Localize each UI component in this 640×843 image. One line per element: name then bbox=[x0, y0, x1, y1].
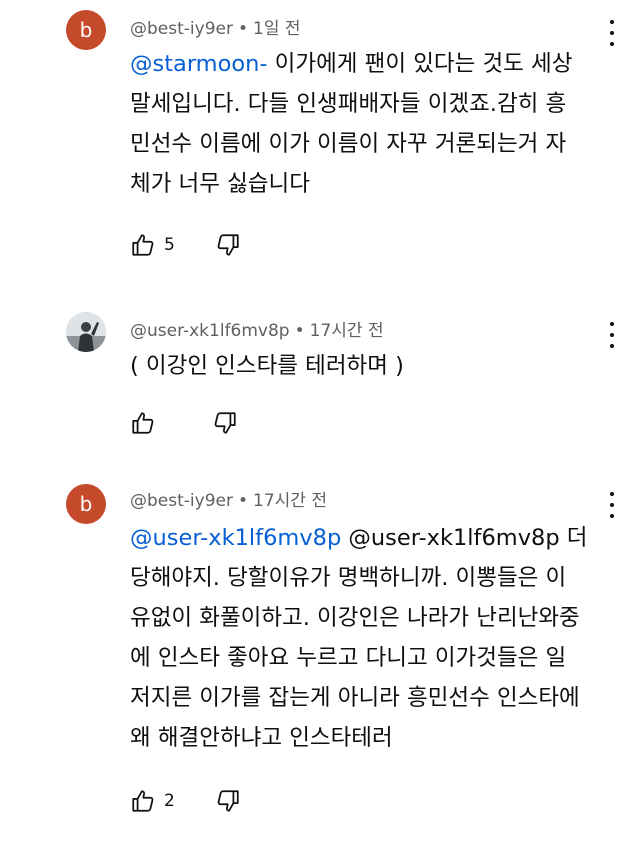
comment-line-text: 저지른 이가를 잡는게 아니라 흥민선수 인스타에 bbox=[130, 685, 580, 711]
comment-timestamp[interactable]: 17시간 전 bbox=[310, 321, 384, 341]
thumbs-up-icon bbox=[130, 410, 156, 436]
comment-line: 체가 너무 싫습니다 bbox=[130, 164, 600, 204]
thumbs-up-icon bbox=[130, 788, 156, 814]
thumbs-down-icon bbox=[215, 232, 241, 258]
comment-line: 왜 해결안하냐고 인스타테러 bbox=[130, 718, 600, 758]
comment-line-text: 체가 너무 싫습니다 bbox=[130, 171, 310, 197]
comment-actions bbox=[130, 408, 238, 438]
meta-separator: • bbox=[294, 321, 305, 341]
like-button[interactable]: 2 bbox=[130, 788, 175, 814]
comment-line-text: 이가에게 팬이 있다는 것도 세상 bbox=[267, 51, 573, 77]
dislike-button[interactable] bbox=[212, 410, 238, 436]
like-count: 5 bbox=[164, 235, 175, 255]
comment-line-text: 민선수 이름에 이가 이름이 자꾸 거론되는거 자 bbox=[130, 131, 567, 157]
comment-line: 에 인스타 좋아요 누르고 다니고 이가것들은 일 bbox=[130, 638, 600, 678]
comment-text: @user-xk1lf6mv8p @user-xk1lf6mv8p 더 당해야지… bbox=[130, 518, 600, 758]
like-count: 2 bbox=[164, 791, 175, 811]
comment-text: @starmoon- 이가에게 팬이 있다는 것도 세상 말세입니다. 다들 인… bbox=[130, 44, 600, 204]
comment-line-text: 왜 해결안하냐고 인스타테러 bbox=[130, 725, 393, 751]
avatar[interactable]: b bbox=[66, 484, 106, 524]
thumbs-up-icon bbox=[130, 232, 156, 258]
avatar-letter: b bbox=[79, 492, 93, 516]
dislike-button[interactable] bbox=[215, 788, 241, 814]
comment-author[interactable]: @best-iy9er bbox=[130, 19, 233, 39]
comment-line-text: 에 인스타 좋아요 누르고 다니고 이가것들은 일 bbox=[130, 645, 567, 671]
thumbs-down-icon bbox=[212, 410, 238, 436]
comment-text: ( 이강인 인스타를 테러하며 ) bbox=[130, 346, 600, 386]
like-button[interactable]: 5 bbox=[130, 232, 175, 258]
comment-actions: 5 bbox=[130, 230, 241, 260]
comment-line-text: 유없이 화풀이하고. 이강인은 나라가 난리난와중 bbox=[130, 605, 580, 631]
more-vert-icon[interactable] bbox=[602, 322, 622, 348]
comment-line-text: 말세입니다. 다들 인생패배자들 이겠죠.감히 흥 bbox=[130, 91, 567, 117]
comment-meta: @best-iy9er • 17시간 전 bbox=[130, 486, 327, 511]
comment-line: 말세입니다. 다들 인생패배자들 이겠죠.감히 흥 bbox=[130, 84, 600, 124]
comment-line: ( 이강인 인스타를 테러하며 ) bbox=[130, 346, 600, 386]
comment-line-text: ( 이강인 인스타를 테러하며 ) bbox=[130, 353, 404, 379]
more-vert-icon[interactable] bbox=[602, 20, 622, 46]
thumbs-down-icon bbox=[215, 788, 241, 814]
comment-line: 저지른 이가를 잡는게 아니라 흥민선수 인스타에 bbox=[130, 678, 600, 718]
meta-separator: • bbox=[237, 491, 248, 511]
comments-page: b @best-iy9er • 1일 전 @starmoon- 이가에게 팬이 있다… bbox=[0, 0, 640, 843]
avatar-photo bbox=[66, 312, 106, 352]
more-vert-icon[interactable] bbox=[602, 492, 622, 518]
avatar[interactable]: b bbox=[66, 10, 106, 50]
comment-line: 유없이 화풀이하고. 이강인은 나라가 난리난와중 bbox=[130, 598, 600, 638]
like-button[interactable] bbox=[130, 410, 164, 436]
mention-link[interactable]: @starmoon- bbox=[130, 51, 268, 77]
mention-link[interactable]: @user-xk1lf6mv8p bbox=[130, 525, 341, 551]
meta-separator: • bbox=[237, 19, 248, 39]
comment-timestamp[interactable]: 17시간 전 bbox=[253, 491, 327, 511]
comment-line: 당해야지. 당할이유가 명백하니까. 이뽕들은 이 bbox=[130, 558, 600, 598]
comment-line: 민선수 이름에 이가 이름이 자꾸 거론되는거 자 bbox=[130, 124, 600, 164]
avatar[interactable] bbox=[66, 312, 106, 352]
comment-author[interactable]: @best-iy9er bbox=[130, 491, 233, 511]
comment-author[interactable]: @user-xk1lf6mv8p bbox=[130, 321, 290, 341]
dislike-button[interactable] bbox=[215, 232, 241, 258]
comment-meta: @best-iy9er • 1일 전 bbox=[130, 14, 301, 39]
comment-line: @starmoon- 이가에게 팬이 있다는 것도 세상 bbox=[130, 44, 600, 84]
comment-line-text: @user-xk1lf6mv8p 더 bbox=[341, 525, 588, 551]
comment-timestamp[interactable]: 1일 전 bbox=[253, 19, 301, 39]
avatar-letter: b bbox=[79, 18, 93, 42]
comment-line: @user-xk1lf6mv8p @user-xk1lf6mv8p 더 bbox=[130, 518, 600, 558]
comment-actions: 2 bbox=[130, 786, 241, 816]
comment-meta: @user-xk1lf6mv8p • 17시간 전 bbox=[130, 316, 384, 341]
comment-line-text: 당해야지. 당할이유가 명백하니까. 이뽕들은 이 bbox=[130, 565, 567, 591]
